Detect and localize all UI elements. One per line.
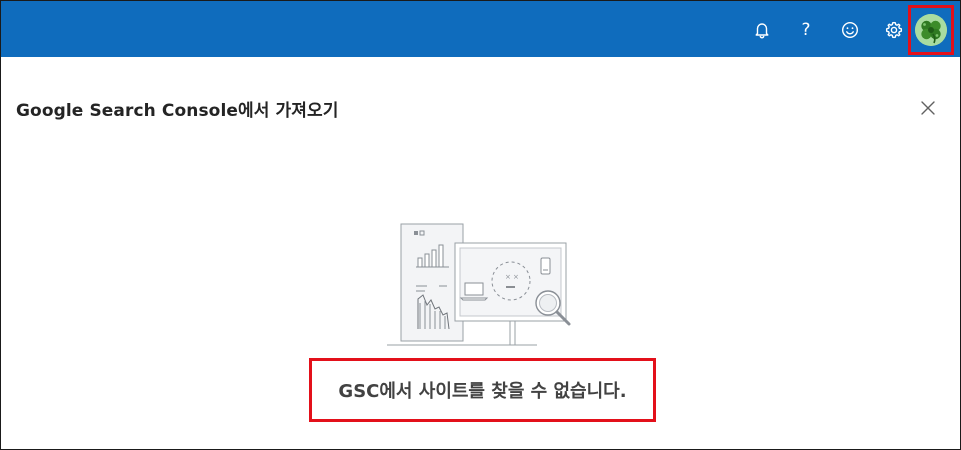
smiley-icon[interactable] <box>836 16 864 44</box>
top-bar: ? <box>1 1 960 57</box>
empty-state-illustration: × × <box>387 223 571 346</box>
help-icon[interactable]: ? <box>792 16 820 44</box>
svg-text:×: × <box>505 273 511 281</box>
app-frame: ? Google Search Console에서 가져오기 × × GSC에서… <box>0 0 961 450</box>
bell-icon[interactable] <box>748 16 776 44</box>
avatar-button[interactable] <box>908 5 954 55</box>
dialog-title: Google Search Console에서 가져오기 <box>16 101 339 121</box>
gear-icon[interactable] <box>880 16 908 44</box>
svg-text:×: × <box>513 273 519 281</box>
not-found-message: GSC에서 사이트를 찾을 수 없습니다. <box>338 381 627 402</box>
not-found-message-box: GSC에서 사이트를 찾을 수 없습니다. <box>309 358 656 422</box>
clover-avatar <box>915 14 947 46</box>
close-icon[interactable] <box>917 97 939 119</box>
